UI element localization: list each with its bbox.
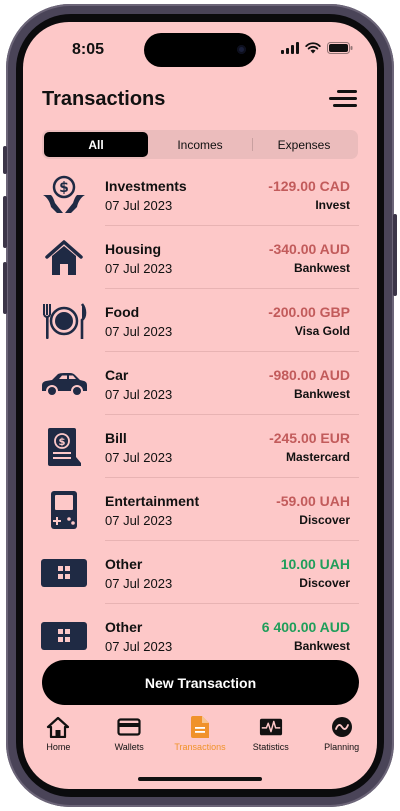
signal-icon [281,42,299,54]
status-icons [281,42,353,54]
transaction-account: Invest [315,198,350,212]
bill-icon: $ [40,426,88,468]
transaction-account: Discover [299,513,350,527]
transaction-name: Bill [105,430,127,446]
transaction-row[interactable]: Car 07 Jul 2023 -980.00 AUD Bankwest [23,352,377,415]
front-camera-icon [237,45,246,54]
tab-bar: Home Wallets Transactions Statistics Pla… [23,716,377,756]
transaction-amount: -59.00 UAH [276,493,350,509]
transaction-amount: 10.00 UAH [280,556,350,572]
tab-planning[interactable]: Planning [306,716,377,756]
transaction-account: Bankwest [293,387,350,401]
document-icon [188,716,212,738]
investment-icon: $ [40,174,88,216]
tab-transactions[interactable]: Transactions [165,716,236,756]
transaction-date: 07 Jul 2023 [105,576,173,591]
transaction-name: Other [105,619,143,635]
power-button [393,214,397,296]
transaction-date: 07 Jul 2023 [105,387,173,402]
menu-icon[interactable] [329,88,357,110]
transaction-name: Investments [105,178,187,194]
transaction-date: 07 Jul 2023 [105,198,173,213]
transaction-amount: -200.00 GBP [268,304,350,320]
transaction-account: Bankwest [293,639,350,653]
transaction-row[interactable]: Other 07 Jul 2023 10.00 UAH Discover [23,541,377,604]
volume-down-button [3,262,7,314]
transaction-account: Discover [299,576,350,590]
filter-segmented-control: All Incomes Expenses [42,130,358,159]
tab-label: Home [46,742,71,752]
car-icon [40,363,88,405]
transaction-date: 07 Jul 2023 [105,324,173,339]
wifi-icon [305,42,321,54]
tab-home[interactable]: Home [23,716,94,756]
game-console-icon [40,489,88,531]
house-icon [40,237,88,279]
pulse-chart-icon [259,716,283,738]
tab-wallets[interactable]: Wallets [94,716,165,756]
tab-statistics[interactable]: Statistics [235,716,306,756]
svg-text:$: $ [59,437,66,448]
transaction-date: 07 Jul 2023 [105,261,173,276]
transaction-amount: -129.00 CAD [268,178,350,194]
planning-icon [330,716,354,738]
screen: 8:05 Transactions All Incomes Expenses $… [23,22,377,789]
dynamic-island [144,33,256,67]
transaction-account: Bankwest [293,261,350,275]
transaction-name: Housing [105,241,161,257]
transaction-row[interactable]: Housing 07 Jul 2023 -340.00 AUD Bankwest [23,226,377,289]
transaction-amount: 6 400.00 AUD [261,619,350,635]
transaction-date: 07 Jul 2023 [105,450,173,465]
volume-up-button [3,196,7,248]
transaction-name: Car [105,367,129,383]
status-bar: 8:05 [23,22,377,74]
transaction-list: $ Investments 07 Jul 2023 -129.00 CAD In… [23,163,377,659]
plate-cutlery-icon [40,300,88,342]
transaction-amount: -980.00 AUD [268,367,350,383]
filter-incomes[interactable]: Incomes [148,132,252,157]
transaction-account: Mastercard [285,450,350,464]
transaction-row[interactable]: $ Bill 07 Jul 2023 -245.00 EUR Mastercar… [23,415,377,478]
battery-icon [327,42,353,54]
transaction-name: Entertainment [105,493,200,509]
filter-all[interactable]: All [44,132,148,157]
transaction-name: Food [105,304,140,320]
page-title: Transactions [42,88,166,110]
status-time: 8:05 [72,41,105,58]
transaction-amount: -245.00 EUR [269,430,350,446]
filter-expenses[interactable]: Expenses [252,132,356,157]
transaction-amount: -340.00 AUD [268,241,350,257]
svg-text:$: $ [59,180,69,196]
transaction-row[interactable]: Entertainment 07 Jul 2023 -59.00 UAH Dis… [23,478,377,541]
grid-card-icon [40,552,88,594]
home-icon [46,716,70,738]
action-button [3,146,7,174]
transaction-row[interactable]: Other 07 Jul 2023 6 400.00 AUD Bankwest [23,604,377,659]
transaction-name: Other [105,556,143,572]
transaction-date: 07 Jul 2023 [105,639,173,654]
grid-card-icon [40,615,88,657]
transaction-row[interactable]: $ Investments 07 Jul 2023 -129.00 CAD In… [23,163,377,226]
tab-label: Wallets [114,742,144,752]
transaction-date: 07 Jul 2023 [105,513,173,528]
tab-label: Transactions [174,742,226,752]
tab-label: Statistics [252,742,289,752]
tab-label: Planning [324,742,360,752]
new-transaction-button[interactable]: New Transaction [42,660,359,705]
transaction-account: Visa Gold [294,324,350,338]
wallet-icon [117,716,141,738]
header: Transactions [23,84,377,114]
home-indicator[interactable] [138,777,262,781]
transaction-row[interactable]: Food 07 Jul 2023 -200.00 GBP Visa Gold [23,289,377,352]
